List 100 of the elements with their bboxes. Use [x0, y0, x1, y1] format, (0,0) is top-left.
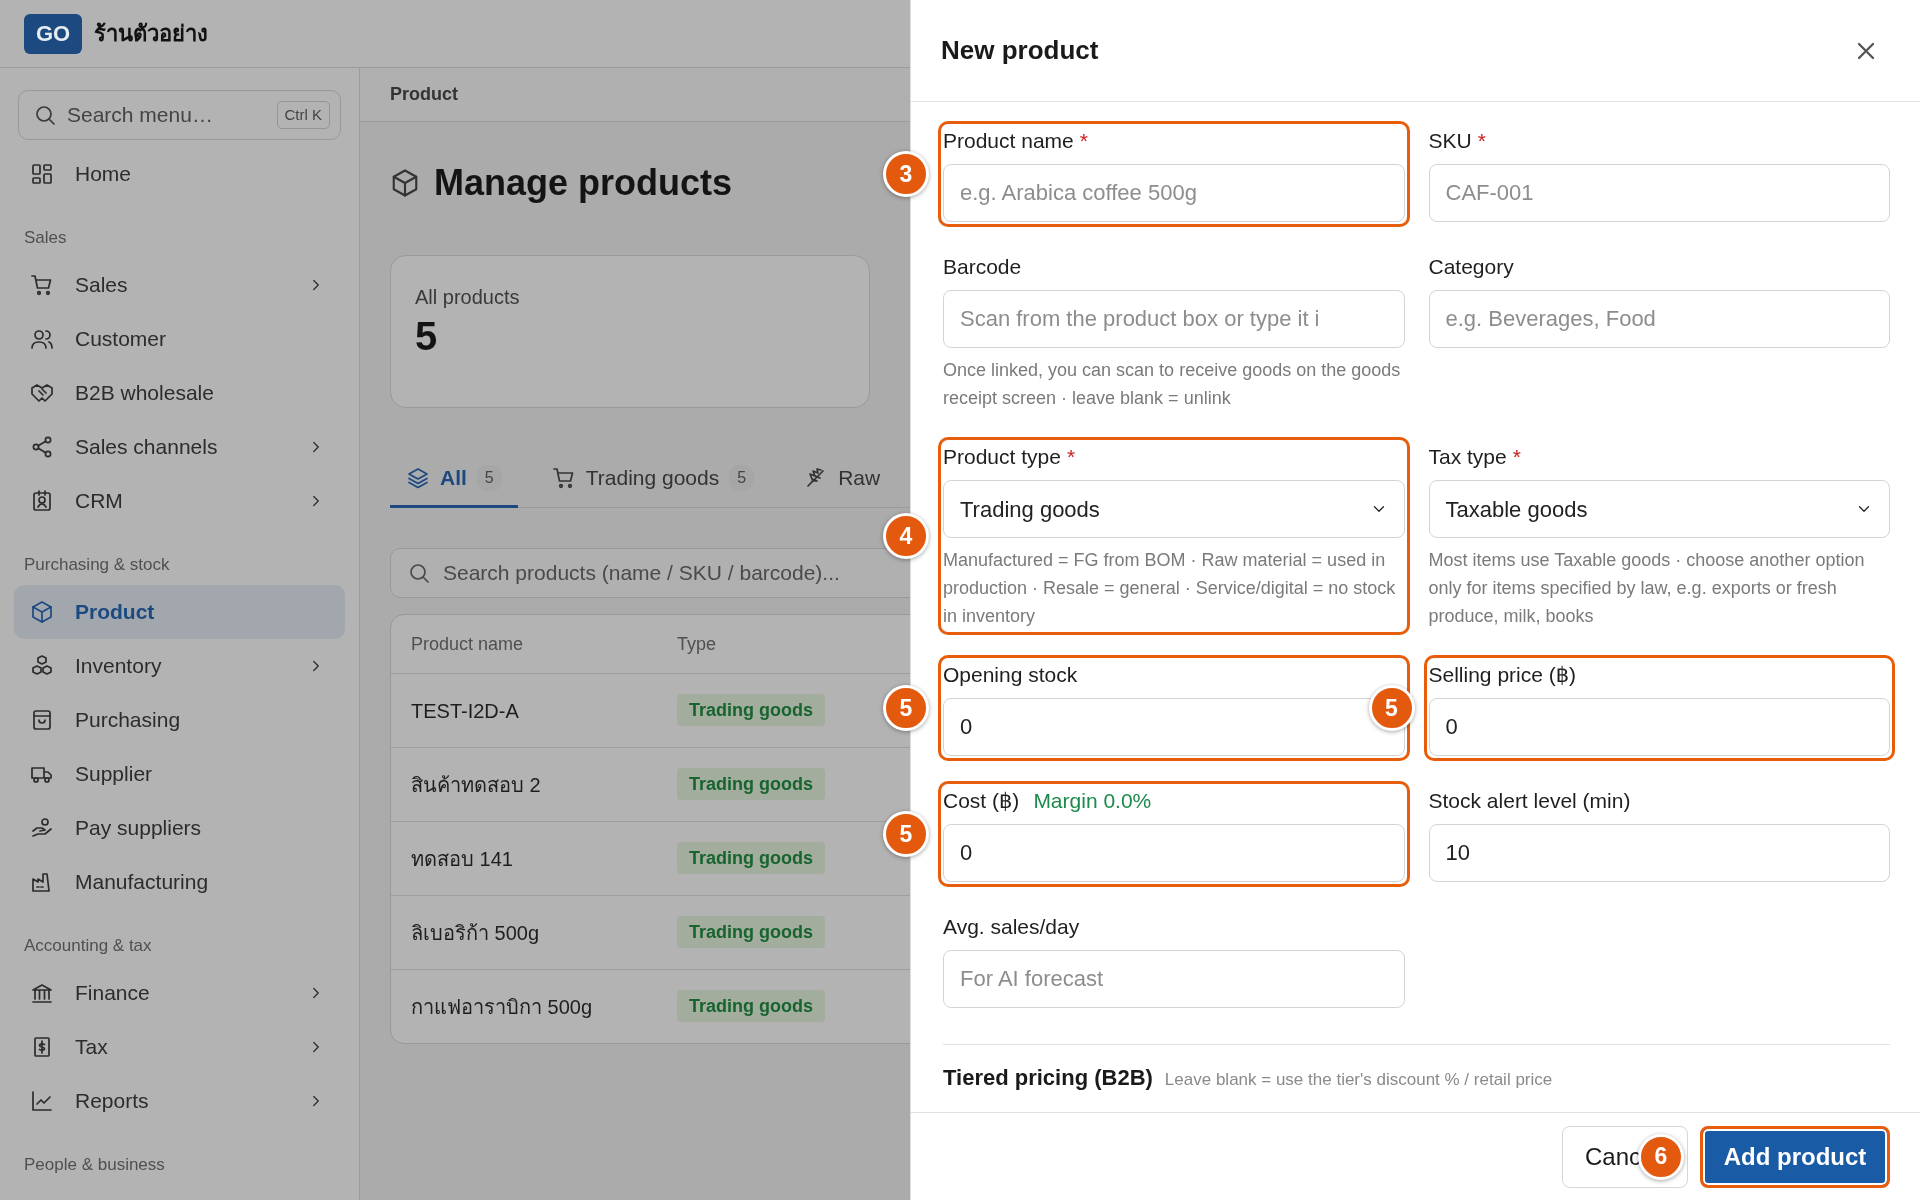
id-card-icon [30, 489, 54, 513]
help-text: Once linked, you can scan to receive goods on the goods receipt screen · leave blank = unlink [943, 359, 1402, 410]
input-field[interactable]: 10 [1428, 824, 1890, 882]
section-heading: People & business [23, 1154, 166, 1176]
menu-item[interactable]: Purchasing [14, 693, 345, 747]
required-mark: * [1066, 444, 1076, 470]
count-badge: 5 [729, 464, 755, 491]
menu-item[interactable]: Product [14, 585, 345, 639]
menu-item[interactable]: Pay suppliers [14, 801, 345, 855]
stat-label: All products [415, 285, 521, 310]
menu-item[interactable]: B2B wholesale [14, 366, 345, 420]
step-number: 3 [883, 151, 929, 197]
step-number: 5 [883, 685, 929, 731]
margin-note: Margin 0.0% [1033, 788, 1152, 814]
input-field[interactable]: e.g. Beverages, Food [1428, 290, 1890, 348]
cube-icon [390, 168, 420, 198]
menu-item[interactable]: Manufacturing [14, 855, 345, 909]
table-cell-text: ลิเบอริก้า 500g [410, 920, 541, 946]
field-label: Stock alert level (min) [1428, 788, 1631, 814]
input-field[interactable]: CAF-001 [1428, 164, 1890, 222]
tab[interactable]: Raw [788, 450, 897, 508]
dropdown[interactable]: Taxable goods [1428, 480, 1890, 538]
field-label: Tax type [1428, 444, 1507, 470]
page-title: Manage products [434, 161, 733, 205]
field-label: Barcode [943, 254, 1022, 280]
section-heading: Accounting & tax [23, 935, 153, 957]
breadcrumb: Product [360, 68, 910, 122]
menu-search-field[interactable]: Search menu… Ctrl K [18, 90, 341, 140]
product-search-field[interactable]: Search products (name / SKU / barcode)... [390, 548, 910, 598]
step-number: 5 [883, 811, 929, 857]
input-field[interactable]: e.g. Arabica coffee 500g [943, 164, 1405, 222]
tab[interactable]: Trading goods 5 [535, 450, 771, 508]
step-number: 4 [883, 513, 929, 559]
menu-item[interactable]: Inventory [14, 639, 345, 693]
input-field[interactable]: 0 [1428, 698, 1890, 756]
search-placeholder: Search products (name / SKU / barcode)... [443, 560, 840, 587]
dropdown[interactable]: Trading goods [943, 480, 1405, 538]
column-header: Type [677, 632, 717, 656]
field-label: Cost (฿) [943, 788, 1020, 814]
input-field[interactable]: 0 [943, 824, 1405, 882]
stat-value: 5 [415, 313, 439, 360]
field-label: Avg. sales/day [943, 914, 1080, 940]
required-mark: * [1477, 128, 1486, 154]
menu-item[interactable]: Finance [14, 966, 345, 1020]
required-mark: * [1079, 128, 1088, 154]
bag-icon [30, 708, 54, 732]
menu-item[interactable]: Tax [14, 1020, 345, 1074]
search-icon [33, 103, 57, 127]
menu-item[interactable]: Customer [14, 312, 345, 366]
type-badge: Trading goods [677, 768, 825, 800]
cart-icon [30, 273, 54, 297]
field-label: SKU [1428, 128, 1472, 154]
help-text: Most items use Taxable goods · choose another option only for items specified by law, e.g. exports or fresh produce, milk, books [1428, 549, 1866, 628]
grid-icon [30, 162, 54, 186]
type-badge: Trading goods [677, 916, 825, 948]
menu-item[interactable]: CRM [14, 474, 345, 528]
table-cell-text: TEST-I2D-A [410, 698, 520, 724]
field-label: Selling price (฿) [1428, 662, 1577, 688]
menu-item[interactable]: Supplier [14, 747, 345, 801]
input-field[interactable]: Scan from the product box or type it i [943, 290, 1405, 348]
hand-coins-icon [30, 816, 54, 840]
section-hint: Leave blank = use the tier's discount % / retail price [1164, 1069, 1553, 1091]
section-heading: Purchasing & stock [23, 554, 171, 576]
menu-item[interactable]: Home [14, 147, 345, 201]
count-badge: 5 [476, 464, 502, 491]
required-mark: * [1512, 444, 1521, 470]
field-label: Opening stock [943, 662, 1078, 688]
add-product-button[interactable]: Add product [1700, 1125, 1890, 1188]
table-cell-text: ทดสอบ 141 [410, 846, 514, 872]
menu-item[interactable]: Sales [14, 258, 345, 312]
type-badge: Trading goods [677, 990, 825, 1022]
field-label: Product name [943, 128, 1074, 154]
tab[interactable]: All 5 [390, 450, 518, 508]
boxes-icon [30, 654, 54, 678]
input-field[interactable]: For AI forecast [943, 950, 1405, 1008]
menu-item[interactable]: Sales channels [14, 420, 345, 474]
layers-icon [406, 465, 430, 490]
column-header: Product name [410, 632, 525, 656]
drawer-title: New product [941, 34, 1099, 67]
shortcut-key: Ctrl K [276, 100, 330, 130]
table-cell-text: กาแฟอาราบิกา 500g [410, 994, 594, 1020]
line-chart-icon [30, 1089, 54, 1113]
type-badge: Trading goods [677, 694, 825, 726]
search-icon [407, 561, 431, 585]
step-number: 5 [1368, 685, 1415, 731]
help-text: Manufactured = FG from BOM · Raw material = used in production · Resale = general · Service/digital = no stock in inventory [943, 549, 1397, 628]
store-name: ร้านตัวอย่าง [94, 20, 208, 48]
logo: GO [24, 13, 82, 54]
type-badge: Trading goods [677, 842, 825, 874]
bank-icon [30, 981, 54, 1005]
section-heading: Sales [23, 227, 68, 249]
cube-icon [30, 600, 54, 624]
field-label: Product type [943, 444, 1061, 470]
search-placeholder: Search menu… [67, 102, 214, 129]
menu-item[interactable]: Reports [14, 1074, 345, 1128]
cart-icon [551, 465, 576, 490]
people-icon [30, 327, 54, 351]
share-icon [30, 435, 54, 459]
field-label: Category [1428, 254, 1514, 280]
table-cell-text: สินค้าทดสอบ 2 [410, 772, 542, 798]
